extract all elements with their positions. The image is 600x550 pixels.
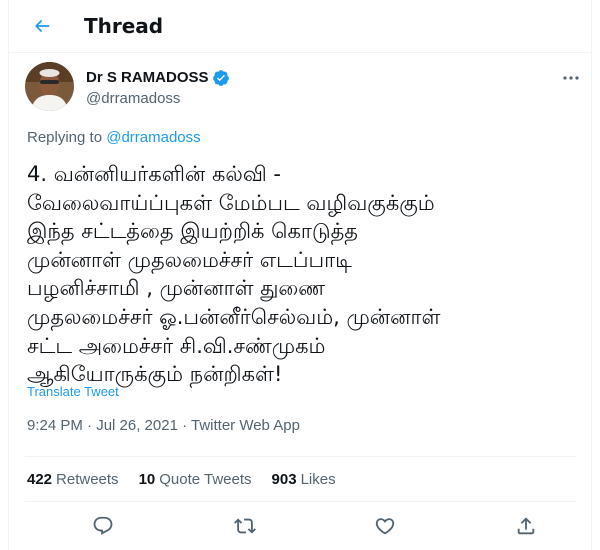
back-button[interactable]	[29, 13, 55, 39]
divider	[25, 456, 577, 457]
engagement-stats: 422 Retweets 10 Quote Tweets 903 Likes	[27, 470, 356, 490]
tweet-actions	[25, 510, 577, 542]
retweets-stat[interactable]: 422 Retweets	[27, 470, 119, 490]
quote-tweets-label: Quote Tweets	[159, 471, 252, 488]
replying-to: Replying to @drramadoss	[27, 128, 201, 148]
tweet-author: Dr S RAMADOSS @drramadoss	[25, 62, 585, 114]
retweets-label: Retweets	[56, 471, 119, 488]
more-horizontal-icon	[563, 76, 579, 80]
reply-button[interactable]	[91, 514, 115, 538]
verified-badge-icon	[212, 69, 230, 87]
likes-label: Likes	[300, 471, 336, 488]
share-button[interactable]	[514, 514, 538, 538]
likes-count: 903	[271, 471, 297, 488]
quote-tweets-stat[interactable]: 10 Quote Tweets	[139, 470, 252, 490]
reply-icon	[93, 516, 113, 535]
header-bar: Thread	[9, 0, 593, 53]
more-button[interactable]	[561, 70, 581, 86]
replying-handle-link[interactable]: @drramadoss	[106, 129, 200, 146]
page-title: Thread	[84, 14, 164, 38]
author-name[interactable]: Dr S RAMADOSS	[86, 68, 209, 88]
like-button[interactable]	[373, 514, 397, 538]
retweets-count: 422	[27, 471, 53, 488]
avatar[interactable]	[25, 62, 74, 111]
author-name-row: Dr S RAMADOSS	[86, 68, 230, 88]
heart-icon	[375, 518, 395, 535]
share-icon	[517, 517, 535, 535]
translate-tweet-link[interactable]: Translate Tweet	[27, 383, 119, 401]
thread-panel: Thread Dr S RAMADOSS @drramadoss Replyin…	[8, 0, 593, 550]
replying-prefix: Replying to	[27, 129, 103, 146]
tweet-text: 4. வன்னியர்களின் கல்வி - வேலைவாய்ப்புகள்…	[27, 162, 441, 387]
author-handle[interactable]: @drramadoss	[86, 89, 180, 109]
quote-tweets-count: 10	[138, 471, 156, 488]
divider	[25, 501, 577, 502]
retweet-button[interactable]	[233, 514, 257, 538]
tweet-timestamp[interactable]: 9:24 PM · Jul 26, 2021 · Twitter Web App	[27, 416, 300, 436]
retweet-icon	[234, 518, 256, 534]
arrow-left-icon	[35, 20, 50, 32]
likes-stat[interactable]: 903 Likes	[272, 470, 336, 490]
